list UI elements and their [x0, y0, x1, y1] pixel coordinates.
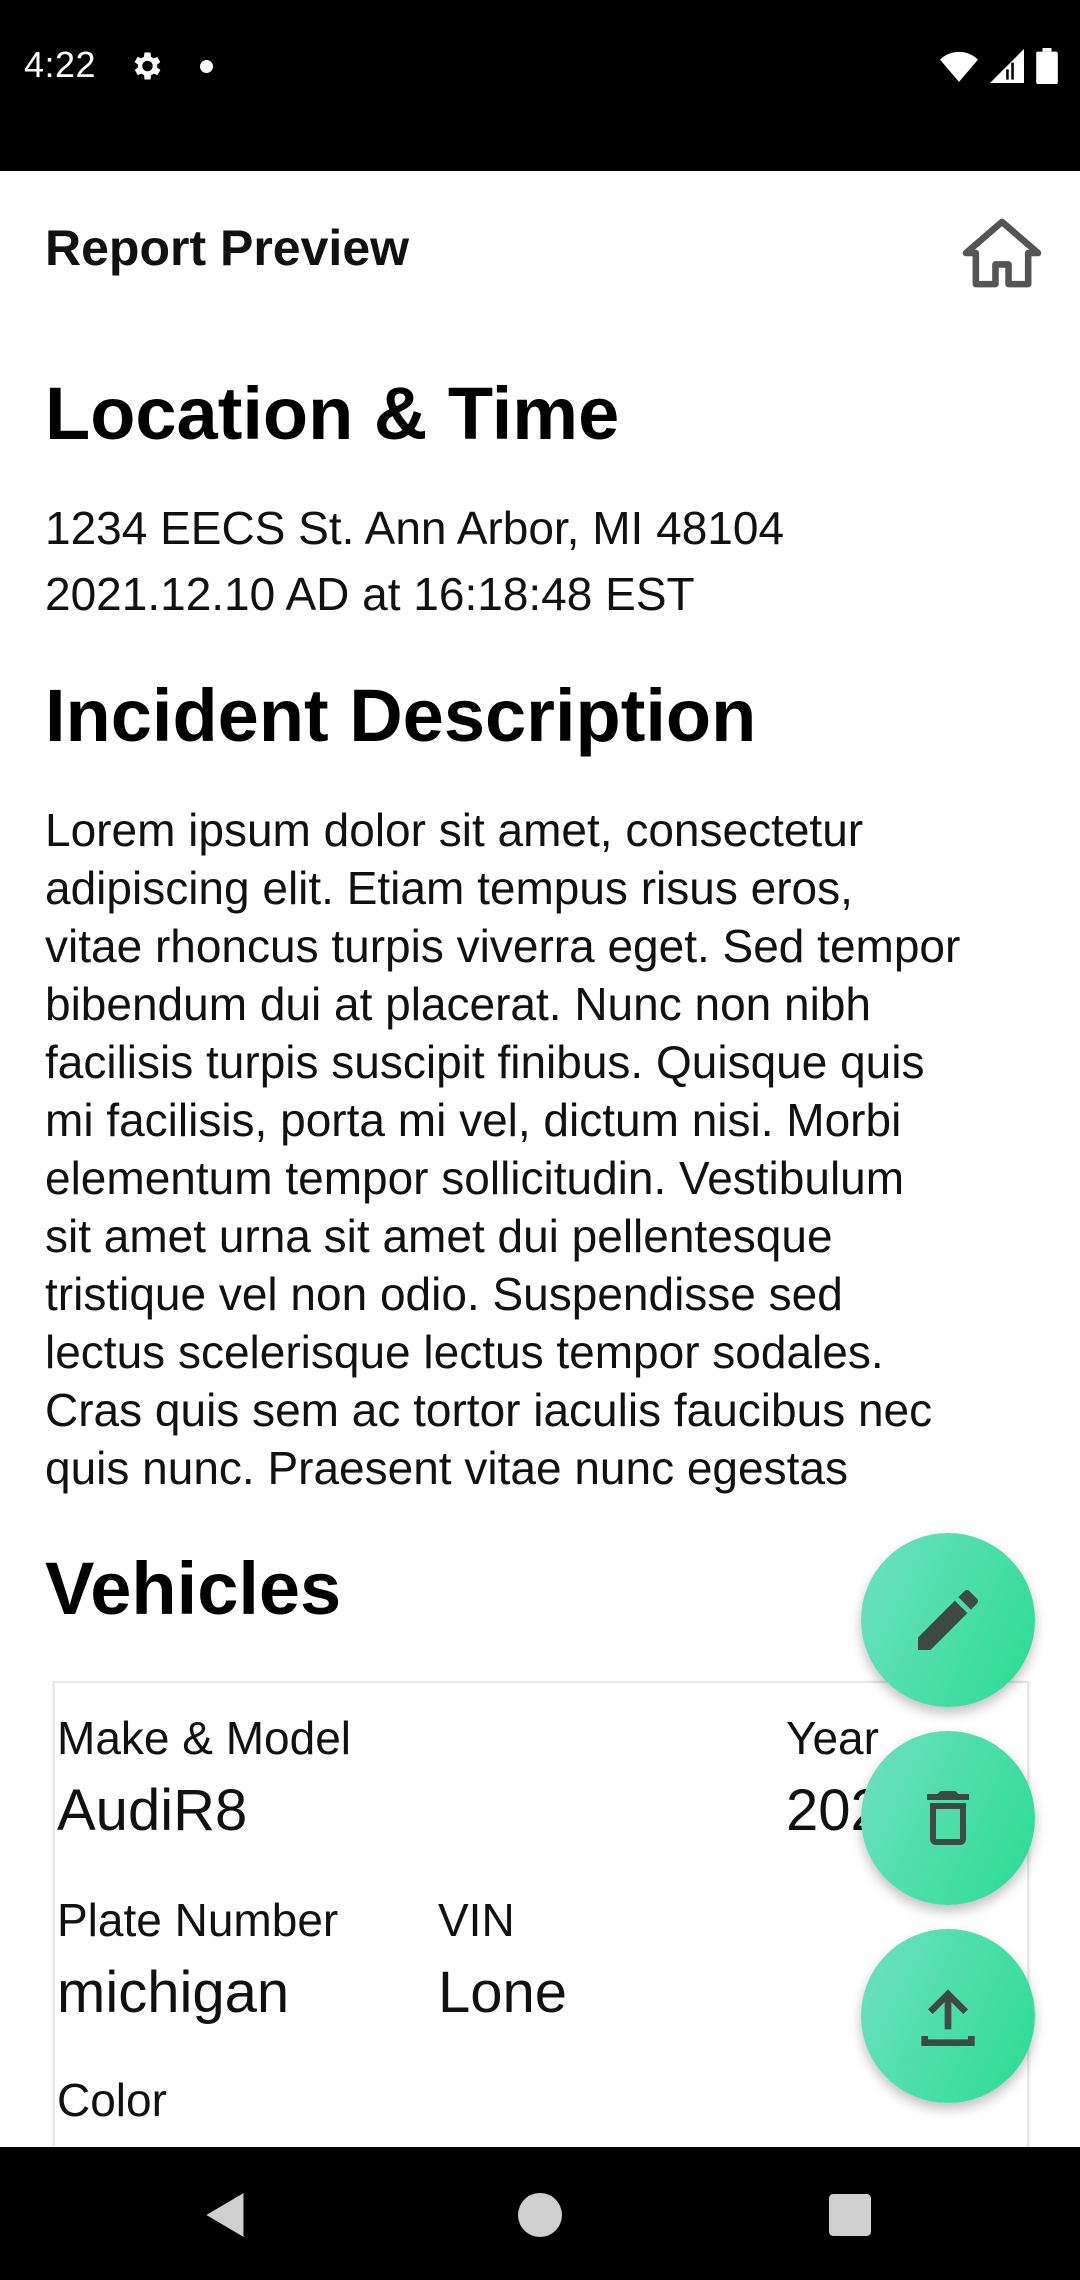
description-line: vitae rhoncus turpis viverra eget. Sed t… [45, 920, 961, 972]
description-line: quis nunc. Praesent vitae nunc egestas [45, 1442, 848, 1494]
plate-number-label: Plate Number [57, 1894, 339, 1946]
edit-button[interactable] [861, 1533, 1035, 1707]
description-line: tristique vel non odio. Suspendisse sed [45, 1268, 843, 1320]
description-line: facilisis turpis suscipit finibus. Quisq… [45, 1036, 925, 1088]
notification-dot-icon [200, 60, 213, 73]
page-title: Report Preview [45, 220, 410, 276]
home-button[interactable] [960, 211, 1044, 295]
gear-icon [128, 48, 164, 84]
signal-icon [990, 49, 1024, 83]
status-time: 4:22 [24, 44, 97, 85]
description-line: elementum tempor sollicitudin. Vestibulu… [45, 1152, 905, 1204]
datetime-text: 2021.12.10 AD at 16:18:48 EST [45, 568, 695, 620]
incident-heading: Incident Description [45, 674, 757, 757]
make-model-label: Make & Model [57, 1712, 352, 1764]
navigation-bar [0, 2147, 1080, 2280]
report-preview-screen: Report Preview Location & Time 1234 EECS… [0, 171, 1080, 2147]
description-line: bibendum dui at placerat. Nunc non nibh [45, 978, 872, 1030]
make-model-value: AudiR8 [57, 1778, 248, 1843]
wifi-icon [940, 51, 978, 82]
status-icons [940, 46, 1058, 86]
battery-icon [1036, 48, 1058, 84]
description-line: sit amet urna sit amet dui pellentesque [45, 1210, 833, 1262]
recents-button[interactable] [822, 2187, 878, 2243]
share-button[interactable] [861, 1929, 1035, 2103]
address-text: 1234 EECS St. Ann Arbor, MI 48104 [45, 502, 785, 554]
recents-icon [829, 2194, 871, 2236]
description-line: adipiscing elit. Etiam tempus risus eros… [45, 862, 853, 914]
incident-description: Lorem ipsum dolor sit amet, consectetur … [45, 801, 1045, 1497]
back-icon [206, 2193, 244, 2237]
vehicle-card[interactable]: Make & Model AudiR8 Year 202 Plate Numbe… [53, 1681, 1029, 2147]
status-bar: 4:22 [0, 0, 1080, 171]
vin-label: VIN [438, 1894, 515, 1946]
description-line: Lorem ipsum dolor sit amet, consectetur [45, 804, 864, 856]
year-label: Year [786, 1712, 879, 1764]
description-line: mi facilisis, porta mi vel, dictum nisi.… [45, 1094, 902, 1146]
description-line: Cras quis sem ac tortor iaculis faucibus… [45, 1384, 933, 1436]
vin-value: Lone [438, 1960, 568, 2025]
home-circle-icon [518, 2193, 562, 2237]
pencil-icon [918, 1589, 978, 1650]
home-nav-button[interactable] [512, 2187, 568, 2243]
description-line: lectus scelerisque lectus tempor sodales… [45, 1326, 884, 1378]
upload-icon [921, 1989, 975, 2046]
trash-icon [927, 1791, 969, 1845]
back-button[interactable] [198, 2187, 254, 2243]
home-icon [962, 218, 1042, 288]
vehicles-heading: Vehicles [45, 1547, 342, 1630]
plate-number-value: michigan [57, 1960, 290, 2025]
delete-button[interactable] [861, 1731, 1035, 1905]
location-time-heading: Location & Time [45, 372, 620, 455]
color-label: Color [57, 2074, 167, 2126]
